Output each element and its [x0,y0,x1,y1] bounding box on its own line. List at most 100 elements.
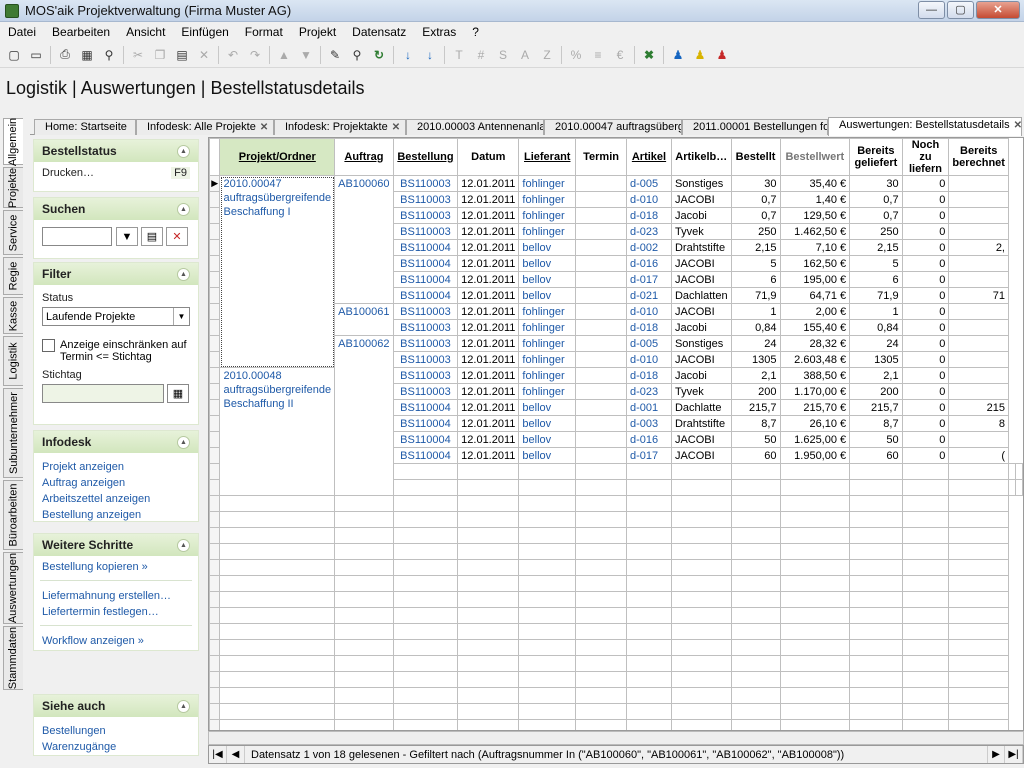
grid-cell[interactable]: 24 [730,335,781,352]
sort-ascending-icon[interactable]: ↓ [397,44,419,66]
grid-cell[interactable] [849,591,903,608]
grid-cell[interactable] [730,591,781,608]
grid-cell[interactable]: 50 [730,431,781,448]
grid-cell[interactable] [626,607,672,624]
menu-item[interactable]: ? [464,25,487,39]
grid-cell[interactable]: Tyvek [670,383,732,400]
grid-cell[interactable] [626,575,672,592]
grid-cell[interactable] [948,191,1009,208]
infodesk-link[interactable]: Bestellung anzeigen [34,506,198,522]
column-header[interactable]: Artikelb… [670,138,732,176]
filter-selection-icon[interactable]: ▤ [141,227,163,246]
grid-cell[interactable] [948,719,1009,730]
grid-cell[interactable]: bellov [518,399,577,416]
stichtag-input[interactable] [42,384,164,403]
grid-cell[interactable]: BS110004 [392,271,459,288]
grid-cell[interactable]: 8 [948,415,1009,432]
grid-cell[interactable]: Dachlatten [670,287,732,304]
column-header[interactable]: Lieferant [518,138,577,176]
grid-cell[interactable] [219,703,336,720]
grid-cell[interactable]: Sonstiges [670,175,732,192]
grid-cell[interactable]: 0,7 [849,191,903,208]
grid-cell[interactable] [730,639,781,656]
row-selector[interactable] [209,191,221,208]
row-selector[interactable] [209,543,221,560]
grid-cell[interactable] [219,639,336,656]
grid-cell[interactable]: d-018 [626,319,672,336]
grid-cell[interactable]: BS110003 [392,319,459,336]
grid-cell[interactable] [626,671,672,688]
grid-cell[interactable]: 12.01.2011 [457,287,520,304]
grid-cell[interactable] [575,591,628,608]
grid-cell[interactable]: 0,7 [730,207,781,224]
delete-icon[interactable]: ✕ [193,44,215,66]
grid-cell[interactable] [779,479,851,496]
grid-cell[interactable] [779,559,851,576]
grid-cell[interactable]: 155,40 € [779,319,851,336]
move-down-icon[interactable]: ▼ [295,44,317,66]
refresh-icon[interactable]: ↻ [368,44,390,66]
grid-cell[interactable]: 0 [901,303,950,320]
grid-cell[interactable] [730,687,781,704]
grid-cell[interactable] [730,479,781,496]
workflow-link[interactable]: Workflow anzeigen » [34,632,198,648]
grid-cell[interactable] [457,687,520,704]
grid-cell[interactable] [518,719,577,730]
grid-cell[interactable]: 12.01.2011 [457,367,520,384]
grid-cell[interactable] [730,655,781,672]
column-header[interactable]: Datum [457,138,520,176]
grid-cell[interactable]: JACOBI [670,271,732,288]
grid-cell[interactable]: BS110003 [392,335,459,352]
grid-cell[interactable]: BS110003 [392,175,459,192]
grid-cell[interactable] [670,719,732,730]
grid-cell[interactable]: 215,7 [849,399,903,416]
order-cell[interactable]: AB100060 [334,175,394,304]
date-restrict-checkbox[interactable] [42,339,55,352]
grid-cell[interactable] [518,559,577,576]
column-header[interactable]: Bereits geliefert [849,138,903,176]
grid-cell[interactable]: BS110004 [392,399,459,416]
table-row[interactable] [209,639,1023,656]
grid-cell[interactable]: d-005 [626,335,672,352]
row-selector[interactable] [209,559,221,576]
grid-cell[interactable] [849,495,903,512]
grid-cell[interactable] [575,239,628,256]
grid-cell[interactable] [626,719,672,730]
row-selector[interactable]: ▶ [209,175,221,192]
grid-cell[interactable]: 64,71 € [779,287,851,304]
grid-cell[interactable] [948,671,1009,688]
grid-cell[interactable] [849,607,903,624]
grid-cell[interactable] [670,655,732,672]
grid-cell[interactable] [670,703,732,720]
user-yellow-icon[interactable]: ♟ [689,44,711,66]
grid-cell[interactable]: Dachlatte [670,399,732,416]
grid-cell[interactable] [730,527,781,544]
grid-cell[interactable]: BS110004 [392,287,459,304]
grid-cell[interactable] [730,719,781,730]
grid-cell[interactable] [901,463,950,480]
grid-cell[interactable]: d-017 [626,271,672,288]
grid-cell[interactable] [626,687,672,704]
minimize-button[interactable]: — [918,1,945,19]
grid-cell[interactable] [901,575,950,592]
grid-cell[interactable] [849,511,903,528]
status-select[interactable]: Laufende Projekte ▼ [42,307,190,326]
project-cell[interactable]: 2010.00048 auftragsübergreifende Beschaf… [219,367,336,496]
row-selector[interactable] [209,719,221,730]
row-selector[interactable] [209,207,221,224]
grid-cell[interactable] [457,559,520,576]
row-selector[interactable] [209,287,221,304]
grid-cell[interactable] [948,511,1009,528]
grid-cell[interactable]: bellov [518,431,577,448]
cut-icon[interactable]: ✂ [127,44,149,66]
grid-cell[interactable] [334,511,394,528]
grid-cell[interactable]: 0,7 [730,191,781,208]
grid-cell[interactable] [392,559,459,576]
tab-close-icon[interactable]: ✕ [1014,120,1021,131]
panel-header[interactable]: Weitere Schritte ▲ [34,534,198,556]
grid-cell[interactable]: 0 [901,335,950,352]
print-icon[interactable]: ⎙ [54,44,76,66]
grid-cell[interactable] [392,655,459,672]
grid-cell[interactable]: d-021 [626,287,672,304]
grid-cell[interactable] [948,575,1009,592]
